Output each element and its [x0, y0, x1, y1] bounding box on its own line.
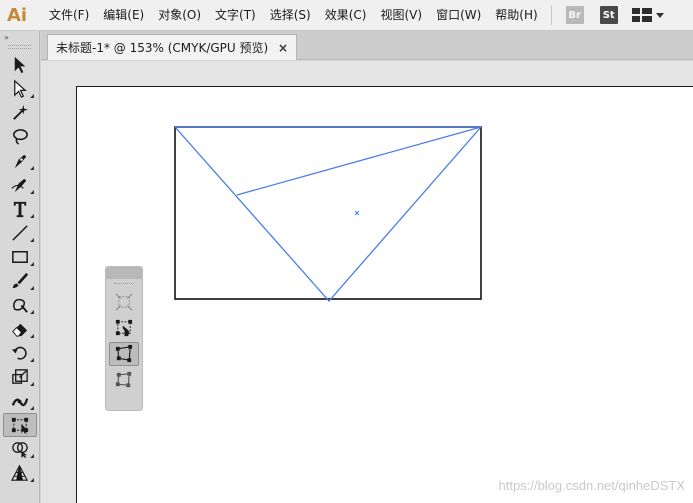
perspective-distort-icon	[115, 344, 133, 363]
flyout-indicator-icon	[30, 190, 34, 194]
menu-object[interactable]: 对象(O)	[151, 0, 208, 31]
free-transform-tool-icon	[11, 417, 29, 435]
paintbrush-tool-button[interactable]	[3, 269, 37, 293]
flyout-indicator-icon	[30, 454, 34, 458]
menu-edit[interactable]: 编辑(E)	[96, 0, 151, 31]
curvature-tool-button[interactable]	[3, 173, 37, 197]
menu-help[interactable]: 帮助(H)	[488, 0, 544, 31]
workspace-switcher[interactable]	[631, 8, 664, 22]
perspective-grid-tool-icon	[10, 464, 29, 481]
lasso-tool-button[interactable]	[3, 125, 37, 149]
shape-builder-tool-button[interactable]	[3, 437, 37, 461]
free-distort-icon	[115, 371, 132, 388]
line-tool-icon	[12, 225, 28, 241]
document-tab[interactable]: 未标题-1* @ 153% (CMYK/GPU 预览) ×	[47, 34, 297, 60]
line-tool-button[interactable]	[3, 221, 37, 245]
width-tool-button[interactable]	[3, 389, 37, 413]
rectangle-shape[interactable]	[174, 126, 482, 300]
bridge-button[interactable]: Br	[565, 6, 584, 24]
eraser-tool-icon	[12, 323, 28, 337]
flyout-indicator-icon	[30, 214, 34, 218]
flyout-indicator-icon	[30, 382, 34, 386]
document-tab-bar: 未标题-1* @ 153% (CMYK/GPU 预览) ×	[41, 31, 693, 60]
width-tool-icon	[11, 398, 29, 407]
toolbar-grip[interactable]	[8, 45, 31, 49]
app-logo: Ai	[6, 4, 28, 26]
widget-grip[interactable]	[114, 283, 134, 287]
flyout-indicator-icon	[30, 406, 34, 410]
flyout-indicator-icon	[30, 334, 34, 338]
flyout-indicator-icon	[30, 478, 34, 482]
free-transform-button[interactable]	[109, 316, 139, 340]
watermark: https://blog.csdn.net/qinheDSTX	[498, 478, 685, 493]
close-icon[interactable]: ×	[270, 41, 288, 55]
free-transform-icon	[115, 319, 133, 337]
flyout-indicator-icon	[30, 286, 34, 290]
magic-wand-tool-icon	[13, 104, 29, 120]
rotate-tool-button[interactable]	[3, 341, 37, 365]
collapse-icon: »	[4, 32, 9, 42]
flyout-indicator-icon	[30, 238, 34, 242]
direct-selection-tool-button[interactable]	[3, 77, 37, 101]
scale-tool-button[interactable]	[3, 365, 37, 389]
rectangle-tool-icon	[12, 251, 28, 263]
free-transform-widget[interactable]	[105, 266, 143, 411]
menu-list: 文件(F) 编辑(E) 对象(O) 文字(T) 选择(S) 效果(C) 视图(V…	[42, 0, 545, 31]
document-tab-title: 未标题-1* @ 153% (CMYK/GPU 预览)	[56, 41, 269, 55]
menu-effect[interactable]: 效果(C)	[318, 0, 374, 31]
curvature-tool-icon	[11, 178, 27, 193]
menu-separator	[550, 5, 552, 25]
menu-window[interactable]: 窗口(W)	[429, 0, 488, 31]
eraser-tool-button[interactable]	[3, 317, 37, 341]
type-tool-button[interactable]	[3, 197, 37, 221]
widget-header[interactable]	[106, 267, 142, 279]
free-distort-button[interactable]	[109, 368, 139, 392]
shaper-tool-icon	[13, 298, 28, 313]
chevron-down-icon	[655, 12, 664, 18]
center-point-icon	[354, 210, 360, 216]
shaper-tool-button[interactable]	[3, 293, 37, 317]
toolbar-collapse[interactable]: »	[0, 31, 39, 43]
magic-wand-tool-button[interactable]	[3, 101, 37, 125]
perspective-grid-tool-button[interactable]	[3, 461, 37, 485]
rotate-tool-icon	[11, 346, 27, 360]
constrain-button	[109, 290, 139, 314]
pen-tool-button[interactable]	[3, 149, 37, 173]
menu-type[interactable]: 文字(T)	[208, 0, 263, 31]
menu-view[interactable]: 视图(V)	[373, 0, 429, 31]
flyout-indicator-icon	[30, 94, 34, 98]
workspace-grid-icon	[631, 8, 652, 22]
flyout-indicator-icon	[30, 310, 34, 314]
selection-tool-button[interactable]	[3, 53, 37, 77]
lasso-tool-icon	[13, 129, 28, 145]
selection-tool-icon	[14, 56, 26, 74]
flyout-indicator-icon	[30, 262, 34, 266]
menu-bar: Ai 文件(F) 编辑(E) 对象(O) 文字(T) 选择(S) 效果(C) 视…	[0, 0, 693, 31]
stock-button[interactable]: St	[599, 6, 618, 24]
scale-tool-icon	[12, 369, 28, 384]
constrain-icon	[115, 293, 133, 311]
tools-panel: »	[0, 31, 40, 503]
triangle-path[interactable]	[174, 126, 482, 302]
paintbrush-tool-icon	[12, 272, 29, 289]
perspective-distort-button[interactable]	[109, 342, 139, 366]
diagonal-path[interactable]	[236, 126, 482, 196]
menu-file[interactable]: 文件(F)	[42, 0, 96, 31]
direct-selection-tool-icon	[14, 79, 27, 98]
free-transform-tool-button[interactable]	[3, 413, 37, 437]
menu-select[interactable]: 选择(S)	[263, 0, 318, 31]
rectangle-tool-button[interactable]	[3, 245, 37, 269]
flyout-indicator-icon	[30, 166, 34, 170]
type-tool-icon	[13, 201, 27, 218]
shape-builder-tool-icon	[12, 442, 28, 459]
pen-tool-icon	[14, 154, 27, 169]
flyout-indicator-icon	[30, 358, 34, 362]
